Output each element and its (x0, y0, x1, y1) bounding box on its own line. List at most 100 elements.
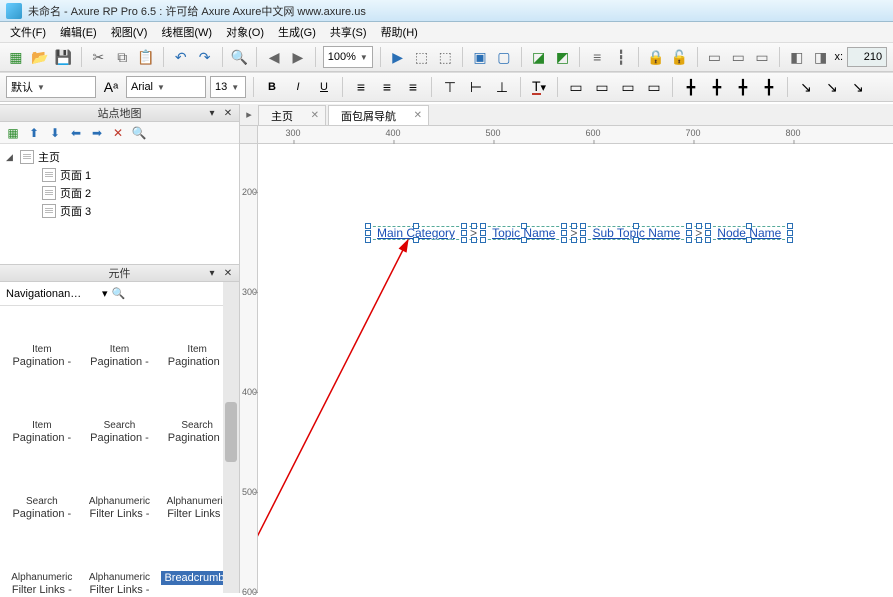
valign-top-button[interactable]: ⊤ (439, 76, 461, 98)
valign-mid-button[interactable]: ⊢ (465, 76, 487, 98)
preview-button[interactable]: ▶ (388, 46, 408, 68)
selection-handle[interactable] (696, 223, 702, 229)
cut-button[interactable]: ✂ (88, 46, 108, 68)
selection-handle[interactable] (480, 237, 486, 243)
align-center-button[interactable]: ≡ (376, 76, 398, 98)
selection-handle[interactable] (696, 237, 702, 243)
selection-handle[interactable] (580, 223, 586, 229)
selection-handle[interactable] (471, 223, 477, 229)
add-page-button[interactable]: ▦ (4, 124, 22, 142)
spec-button[interactable]: ⬚ (435, 46, 455, 68)
selection-handle[interactable] (365, 223, 371, 229)
copy-button[interactable]: ⧉ (112, 46, 132, 68)
panel-menu-icon[interactable]: ▾ (205, 266, 219, 280)
save-button[interactable]: 💾 (54, 46, 74, 68)
paste-button[interactable]: 📋 (136, 46, 156, 68)
align-button[interactable]: ≡ (587, 46, 607, 68)
selection-handle[interactable] (633, 223, 639, 229)
selection-handle[interactable] (561, 230, 567, 236)
selection-handle[interactable] (787, 223, 793, 229)
bold-button[interactable]: B (261, 76, 283, 98)
style-picker-button[interactable]: Aᵃ (100, 76, 122, 98)
selection-handle[interactable] (705, 237, 711, 243)
tab-home[interactable]: 主页✕ (258, 105, 326, 125)
selection-handle[interactable] (461, 230, 467, 236)
footnote-button[interactable]: ▭ (704, 46, 724, 68)
search-dropdown-icon[interactable]: ▾ (102, 287, 108, 300)
widget-item[interactable]: ItemPagination - (6, 392, 78, 444)
lock-button[interactable]: 🔒 (646, 46, 666, 68)
ungroup-button[interactable]: ▢ (494, 46, 514, 68)
menu-help[interactable]: 帮助(H) (375, 22, 424, 42)
panel-close-icon[interactable]: ✕ (221, 106, 235, 120)
menu-edit[interactable]: 编辑(E) (54, 22, 103, 42)
selection-handle[interactable] (365, 230, 371, 236)
x-input[interactable] (847, 47, 887, 67)
selection-handle[interactable] (686, 237, 692, 243)
text-color-button[interactable]: T▾ (528, 76, 550, 98)
widget-item[interactable]: AlphanumericFilter Links - (84, 468, 156, 520)
tab-scroll-icon[interactable]: ▸ (242, 107, 256, 121)
widget-item[interactable]: ItemPagination - (6, 316, 78, 368)
selection-handle[interactable] (686, 223, 692, 229)
back-button[interactable]: ◩ (553, 46, 573, 68)
breadcrumb-item-wrap[interactable]: Topic Name (483, 226, 564, 240)
line-color-button[interactable]: ▭ (591, 76, 613, 98)
zoom-combo[interactable]: 100%▼ (323, 46, 373, 68)
connector1-button[interactable]: ↘ (795, 76, 817, 98)
new-button[interactable]: ▦ (6, 46, 26, 68)
ltool1-button[interactable]: ╋ (680, 76, 702, 98)
generate-button[interactable]: ⬚ (412, 46, 432, 68)
breadcrumb-widget[interactable]: Main Category>Topic Name>Sub Topic Name>… (368, 226, 790, 240)
panel-menu-icon[interactable]: ▾ (205, 106, 219, 120)
breadcrumb-item-wrap[interactable]: Node Name (708, 226, 790, 240)
widget-item[interactable]: AlphanumericFilter Links - (6, 544, 78, 593)
footnote2-button[interactable]: ▭ (728, 46, 748, 68)
ltool3-button[interactable]: ╋ (732, 76, 754, 98)
underline-button[interactable]: U (313, 76, 335, 98)
selection-handle[interactable] (746, 237, 752, 243)
unlock-button[interactable]: 🔓 (670, 46, 690, 68)
outdent-button[interactable]: ⬅ (67, 124, 85, 142)
extra2-button[interactable]: ◨ (811, 46, 831, 68)
fill-button[interactable]: ▭ (565, 76, 587, 98)
selection-handle[interactable] (521, 237, 527, 243)
selection-handle[interactable] (705, 223, 711, 229)
ltool2-button[interactable]: ╋ (706, 76, 728, 98)
indent-button[interactable]: ➡ (88, 124, 106, 142)
align-right-button[interactable]: ≡ (402, 76, 424, 98)
menu-share[interactable]: 共享(S) (324, 22, 373, 42)
selection-handle[interactable] (705, 230, 711, 236)
selection-handle[interactable] (521, 223, 527, 229)
undo-button[interactable]: ↶ (171, 46, 191, 68)
selection-handle[interactable] (365, 237, 371, 243)
tab-close-icon[interactable]: ✕ (414, 110, 422, 121)
selection-handle[interactable] (461, 223, 467, 229)
align-left-button[interactable]: ≡ (350, 76, 372, 98)
search-icon[interactable]: 🔍 (112, 287, 126, 300)
widget-item[interactable]: AlphanumericFilter Links - (84, 544, 156, 593)
selection-handle[interactable] (686, 230, 692, 236)
tab-breadcrumb[interactable]: 面包屑导航✕ (328, 105, 429, 125)
tree-item[interactable]: 页面 3 (28, 202, 233, 220)
selection-handle[interactable] (561, 237, 567, 243)
move-up-button[interactable]: ⬆ (25, 124, 43, 142)
redo-button[interactable]: ↷ (195, 46, 215, 68)
tree-item[interactable]: 页面 2 (28, 184, 233, 202)
footnote3-button[interactable]: ▭ (752, 46, 772, 68)
selection-handle[interactable] (480, 230, 486, 236)
move-down-button[interactable]: ⬇ (46, 124, 64, 142)
selection-handle[interactable] (633, 237, 639, 243)
connector3-button[interactable]: ↘ (847, 76, 869, 98)
search-page-button[interactable]: 🔍 (130, 124, 148, 142)
delete-page-button[interactable]: ✕ (109, 124, 127, 142)
select-right-button[interactable]: ▶ (288, 46, 308, 68)
open-button[interactable]: 📂 (30, 46, 50, 68)
panel-close-icon[interactable]: ✕ (221, 266, 235, 280)
extra1-button[interactable]: ◧ (787, 46, 807, 68)
find-button[interactable]: 🔍 (229, 46, 249, 68)
breadcrumb-item-wrap[interactable]: Sub Topic Name (583, 226, 689, 240)
font-combo[interactable]: Arial▼ (126, 76, 206, 98)
menu-generate[interactable]: 生成(G) (272, 22, 322, 42)
widget-item[interactable]: SearchPagination - (84, 392, 156, 444)
